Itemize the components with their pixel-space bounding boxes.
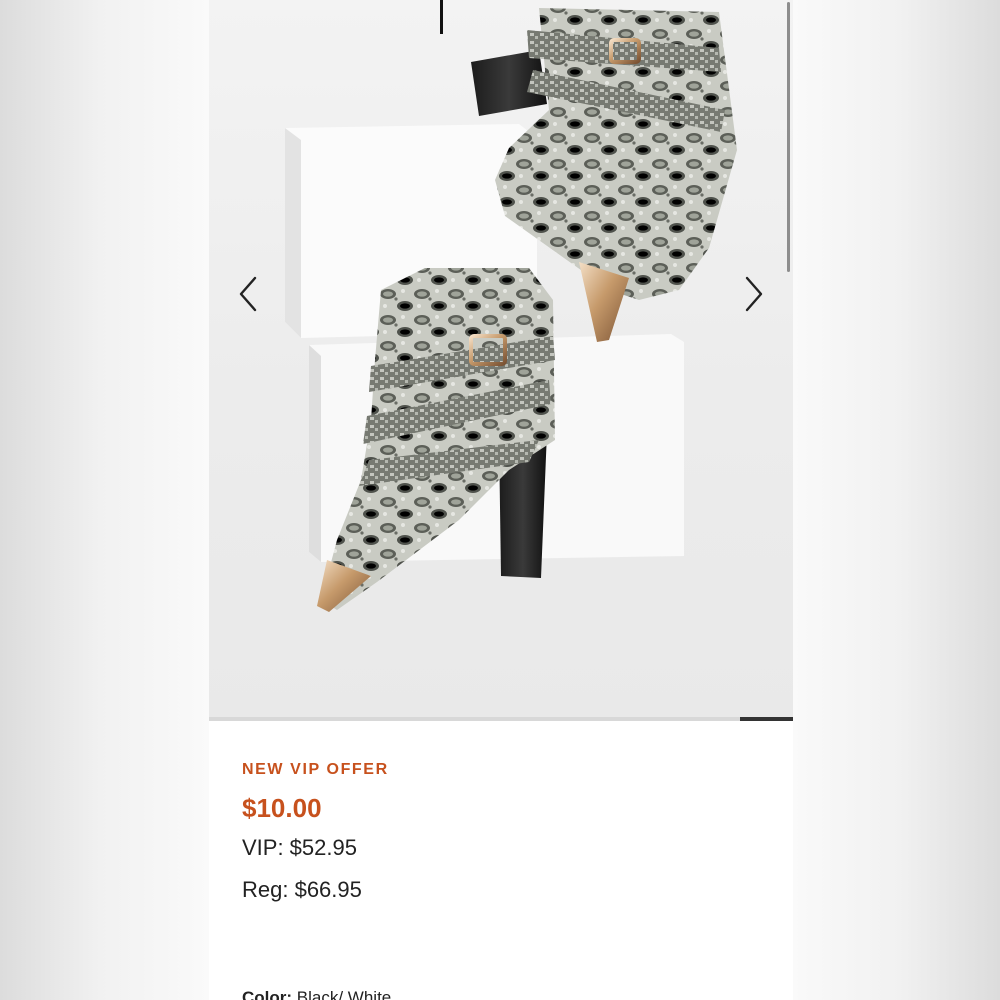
color-value: Black/ White [296, 988, 392, 1000]
phone-screen: NEW VIP OFFER $10.00 VIP: $52.95 Reg: $6… [209, 0, 793, 1000]
regular-price: Reg: $66.95 [242, 877, 362, 902]
offer-price: $10.00 [242, 793, 322, 823]
previous-image-button[interactable] [231, 272, 267, 316]
chevron-left-icon [239, 276, 257, 312]
color-selection: Color: Black/ White [242, 988, 391, 1000]
gallery-progress-track [209, 717, 793, 721]
product-image-gallery[interactable] [209, 0, 793, 721]
gallery-progress-fill [740, 717, 793, 721]
vip-price: VIP: $52.95 [242, 835, 357, 860]
next-image-button[interactable] [735, 272, 771, 316]
chevron-right-icon [745, 276, 763, 312]
offer-label: NEW VIP OFFER [242, 761, 389, 778]
status-indicator [440, 0, 443, 34]
product-image [285, 8, 737, 612]
product-pricing: NEW VIP OFFER $10.00 VIP: $52.95 Reg: $6… [242, 760, 391, 1000]
color-label: Color: [242, 988, 293, 1000]
scrollbar-thumb[interactable] [787, 2, 790, 272]
